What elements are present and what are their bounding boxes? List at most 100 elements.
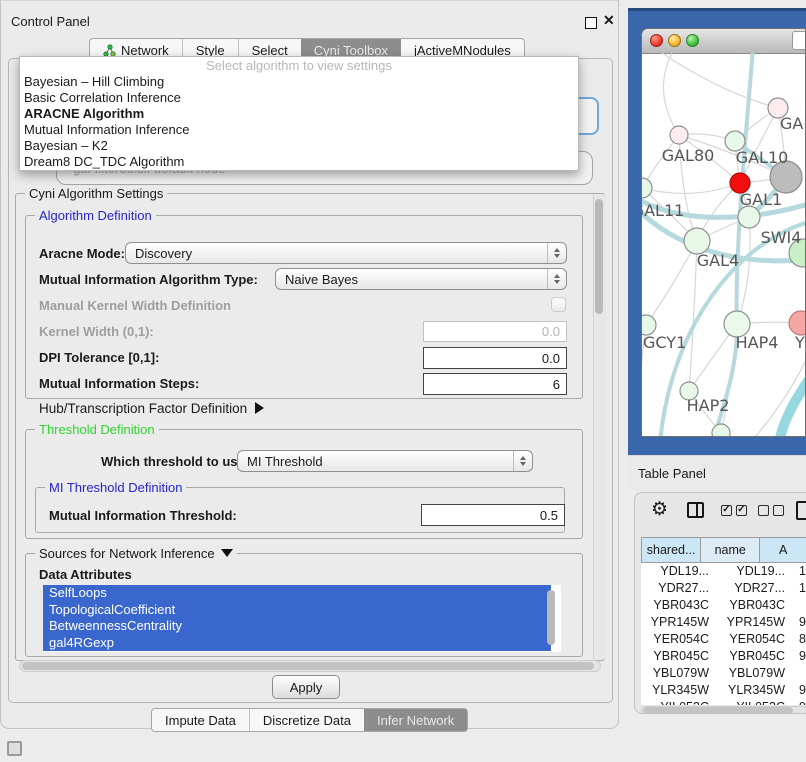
tab-impute-data[interactable]: Impute Data xyxy=(152,709,249,731)
node-label: GAL1 xyxy=(740,190,782,209)
column-header-name[interactable]: name xyxy=(701,537,760,563)
network-node-gal80[interactable] xyxy=(670,126,688,144)
manual-kernel-label: Manual Kernel Width Definition xyxy=(39,298,231,313)
algorithm-dropdown-placeholder: Select algorithm to view settings xyxy=(20,57,578,74)
apply-button-label: Apply xyxy=(290,680,323,695)
dpi-tolerance-field[interactable]: 0.0 xyxy=(423,347,567,369)
control-panel-window: Control Panel ✕ Network Style Select Cyn… xyxy=(0,0,619,729)
mi-threshold-field[interactable]: 0.5 xyxy=(421,504,565,526)
table-row[interactable]: YDR27...YDR27...12 xyxy=(641,580,806,597)
table-row[interactable]: YER054CYER054C8. xyxy=(641,631,806,648)
titlebar-widget[interactable] xyxy=(792,31,806,50)
attribute-item-selected[interactable]: BetweennessCentrality xyxy=(43,618,551,635)
collapsed-panel-icon[interactable] xyxy=(7,741,22,756)
table-panel-title: Table Panel xyxy=(638,466,706,481)
document-icon[interactable] xyxy=(796,501,806,520)
network-canvas[interactable]: GAL GAL80 GAL10 GAL1 GAL11 SWI4 GAL4 GCY… xyxy=(642,53,806,437)
attribute-item-selected[interactable]: TopologicalCoefficient xyxy=(43,602,551,619)
stepper-icon xyxy=(547,269,566,289)
threshold-definition-legend: Threshold Definition xyxy=(35,422,159,437)
stepper-icon xyxy=(547,243,566,263)
column-header-shared-name[interactable]: shared... xyxy=(641,537,701,563)
cyni-settings-legend: Cyni Algorithm Settings xyxy=(25,186,167,201)
gear-icon[interactable]: ⚙ xyxy=(651,500,668,519)
checkbox-unchecked-icon[interactable] xyxy=(758,505,769,516)
mi-threshold-value: 0.5 xyxy=(540,508,558,523)
table-row[interactable]: YLR345WYLR345W9. xyxy=(641,682,806,699)
settings-scrollbar-thumb[interactable] xyxy=(595,199,603,314)
network-window-titlebar xyxy=(642,29,805,54)
checkbox-checked-icon[interactable]: ✓ xyxy=(721,505,732,516)
node-label: GAL80 xyxy=(662,146,715,165)
network-node-gcy1[interactable] xyxy=(642,315,656,335)
sources-legend[interactable]: Sources for Network Inference xyxy=(35,546,237,561)
close-icon[interactable]: ✕ xyxy=(603,12,615,29)
table-row[interactable]: YDL19...YDL19...13 xyxy=(641,563,806,580)
table-panel-body: ⚙ ✓ ✓ shared... name A YDL19...YDL19...1… xyxy=(634,492,806,714)
which-threshold-value: MI Threshold xyxy=(247,454,323,469)
dropdown-item[interactable]: Dream8 DC_TDC Algorithm xyxy=(20,154,578,170)
zoom-traffic-light[interactable] xyxy=(686,34,699,47)
network-node-bottom[interactable] xyxy=(712,424,730,437)
dropdown-item[interactable]: Basic Correlation Inference xyxy=(20,90,578,106)
dropdown-item-selected[interactable]: ARACNE Algorithm xyxy=(20,106,578,122)
float-window-icon[interactable] xyxy=(585,17,597,29)
node-label: GAL4 xyxy=(697,251,739,270)
table-row[interactable]: YBL079WYBL079W xyxy=(641,665,806,682)
tab-infer-network[interactable]: Infer Network xyxy=(364,709,467,731)
hub-definition-toggle[interactable]: Hub/Transcription Factor Definition xyxy=(39,401,264,416)
apply-button[interactable]: Apply xyxy=(272,675,340,699)
network-window: GAL GAL80 GAL10 GAL1 GAL11 SWI4 GAL4 GCY… xyxy=(641,28,806,437)
node-label: GAL xyxy=(780,114,806,133)
mi-steps-value: 6 xyxy=(553,377,560,392)
network-node-salmon[interactable] xyxy=(789,311,806,335)
table-row[interactable]: YBR043CYBR043C xyxy=(641,597,806,614)
mi-type-combo[interactable]: Naive Bayes xyxy=(275,268,567,290)
hub-definition-label: Hub/Transcription Factor Definition xyxy=(39,401,247,416)
settings-hscrollbar-thumb[interactable] xyxy=(22,662,594,670)
dpi-tolerance-value: 0.0 xyxy=(542,351,560,366)
checkbox-checked-icon[interactable]: ✓ xyxy=(736,505,747,516)
table-row[interactable]: YBR045CYBR045C9. xyxy=(641,648,806,665)
columns-icon[interactable] xyxy=(687,502,704,518)
table-panel-header: Table Panel xyxy=(628,455,806,491)
node-table: shared... name A YDL19...YDL19...13 YDR2… xyxy=(641,537,806,705)
node-label: GAL10 xyxy=(736,148,789,167)
dropdown-item[interactable]: Mutual Information Inference xyxy=(20,122,578,138)
dpi-tolerance-label: DPI Tolerance [0,1]: xyxy=(39,350,159,365)
table-hscrollbar-thumb[interactable] xyxy=(643,707,793,714)
node-label: GCY1 xyxy=(643,333,686,352)
mi-type-value: Naive Bayes xyxy=(285,272,358,287)
control-panel-title: Control Panel xyxy=(11,14,90,29)
table-row[interactable]: YIL052CYIL052C9 xyxy=(641,699,806,705)
dropdown-item[interactable]: Bayesian – Hill Climbing xyxy=(20,74,578,90)
kernel-width-field[interactable]: 0.0 xyxy=(423,321,567,342)
network-node-swi4[interactable] xyxy=(738,206,760,228)
aracne-mode-combo[interactable]: Discovery xyxy=(125,242,567,264)
tab-discretize-data[interactable]: Discretize Data xyxy=(249,709,364,731)
node-label: HAP2 xyxy=(687,396,730,415)
which-threshold-combo[interactable]: MI Threshold xyxy=(237,450,533,472)
checkbox-unchecked-icon[interactable] xyxy=(773,505,784,516)
attributes-scrollbar-thumb[interactable] xyxy=(547,590,555,645)
kernel-width-value: 0.0 xyxy=(542,324,560,339)
algorithm-definition-legend: Algorithm Definition xyxy=(35,208,156,223)
mi-type-label: Mutual Information Algorithm Type: xyxy=(39,272,258,287)
node-label: SWI4 xyxy=(761,228,802,247)
node-label: GAL11 xyxy=(642,201,684,220)
close-traffic-light[interactable] xyxy=(650,34,663,47)
column-header-partial[interactable]: A xyxy=(760,537,806,563)
data-attributes-label: Data Attributes xyxy=(39,567,132,582)
node-label: Y xyxy=(794,333,805,352)
minimize-traffic-light[interactable] xyxy=(668,34,681,47)
table-row[interactable]: YPR145WYPR145W9. xyxy=(641,614,806,631)
mi-steps-field[interactable]: 6 xyxy=(423,373,567,395)
manual-kernel-checkbox[interactable] xyxy=(551,297,566,312)
tab-impute-data-label: Impute Data xyxy=(165,713,236,728)
attribute-item-selected[interactable]: gal4RGexp xyxy=(43,635,551,652)
kernel-width-label: Kernel Width (0,1): xyxy=(39,324,154,339)
dropdown-item[interactable]: Bayesian – K2 xyxy=(20,138,578,154)
data-attributes-list: SelfLoops TopologicalCoefficient Between… xyxy=(43,585,561,652)
which-threshold-label: Which threshold to use: xyxy=(101,454,249,469)
attribute-item-selected[interactable]: SelfLoops xyxy=(43,585,551,602)
